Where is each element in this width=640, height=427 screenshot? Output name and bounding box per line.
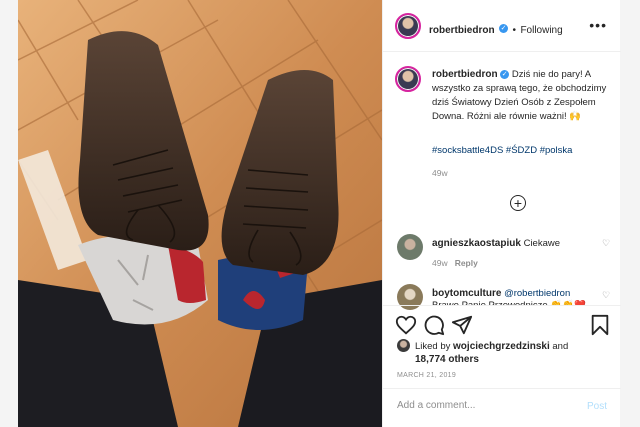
liker-username[interactable]: wojciechgrzedzinski: [453, 341, 550, 352]
likes-count: 18,774 others: [415, 353, 479, 366]
share-icon[interactable]: [451, 314, 473, 336]
following-button[interactable]: Following: [520, 25, 562, 36]
comment-username[interactable]: boytomculture: [432, 288, 501, 299]
comment-username[interactable]: agnieszkaostapiuk: [432, 238, 521, 249]
post-comment-button[interactable]: Post: [587, 401, 607, 412]
caption-username[interactable]: robertbiedron: [432, 69, 498, 80]
socks-and-shoes-image: [18, 0, 382, 427]
comment-mention[interactable]: @robertbiedron: [504, 288, 570, 299]
likes-others[interactable]: 18,774 others: [415, 354, 479, 365]
comment-icon[interactable]: [423, 314, 445, 336]
post-date: MARCH 21, 2019: [397, 372, 457, 379]
comment-text: Ciekawe: [523, 238, 560, 249]
comment-like-heart-icon[interactable]: ♡: [602, 290, 610, 301]
comment-avatar[interactable]: [397, 284, 423, 310]
post-modal: robertbiedron ✓ • Following ••• robertbi…: [18, 0, 621, 427]
comment-like-heart-icon[interactable]: ♡: [602, 238, 610, 249]
post-photo[interactable]: [18, 0, 382, 427]
header-username[interactable]: robertbiedron: [429, 25, 495, 36]
verified-icon: ✓: [499, 24, 509, 34]
caption-avatar[interactable]: [395, 66, 421, 92]
header-separator: •: [512, 25, 516, 36]
liker-avatar[interactable]: [397, 339, 410, 352]
bookmark-icon[interactable]: [589, 314, 611, 336]
caption-hashtags[interactable]: #socksbattle4DS #ŚDZD #polska: [432, 145, 572, 156]
post-side-panel: robertbiedron ✓ • Following ••• robertbi…: [382, 0, 621, 427]
add-comment-bar: Post: [383, 388, 621, 427]
comment-meta: 49w Reply: [432, 258, 478, 268]
likes-summary: Liked by wojciechgrzedzinski and: [415, 340, 568, 353]
avatar[interactable]: [395, 13, 421, 39]
action-bar: [383, 305, 621, 336]
reply-button[interactable]: Reply: [455, 258, 478, 268]
likes-and: and: [552, 341, 569, 352]
caption: robertbiedron ✓ Dziś nie do pary! A wszy…: [432, 68, 607, 124]
load-more-icon[interactable]: +: [510, 195, 526, 211]
comment-age: 49w: [432, 258, 448, 268]
post-header: robertbiedron ✓ • Following •••: [383, 0, 621, 52]
more-options-icon[interactable]: •••: [589, 17, 607, 33]
likes-prefix: Liked by: [415, 341, 451, 352]
header-user-line: robertbiedron ✓ • Following: [429, 20, 563, 38]
heart-icon[interactable]: [395, 314, 417, 336]
comment-item: agnieszkaostapiuk Ciekawe: [432, 238, 560, 249]
comment-input[interactable]: [395, 399, 569, 412]
caption-age: 49w: [432, 168, 448, 178]
verified-icon: ✓: [500, 69, 510, 79]
comment-avatar[interactable]: [397, 234, 423, 260]
